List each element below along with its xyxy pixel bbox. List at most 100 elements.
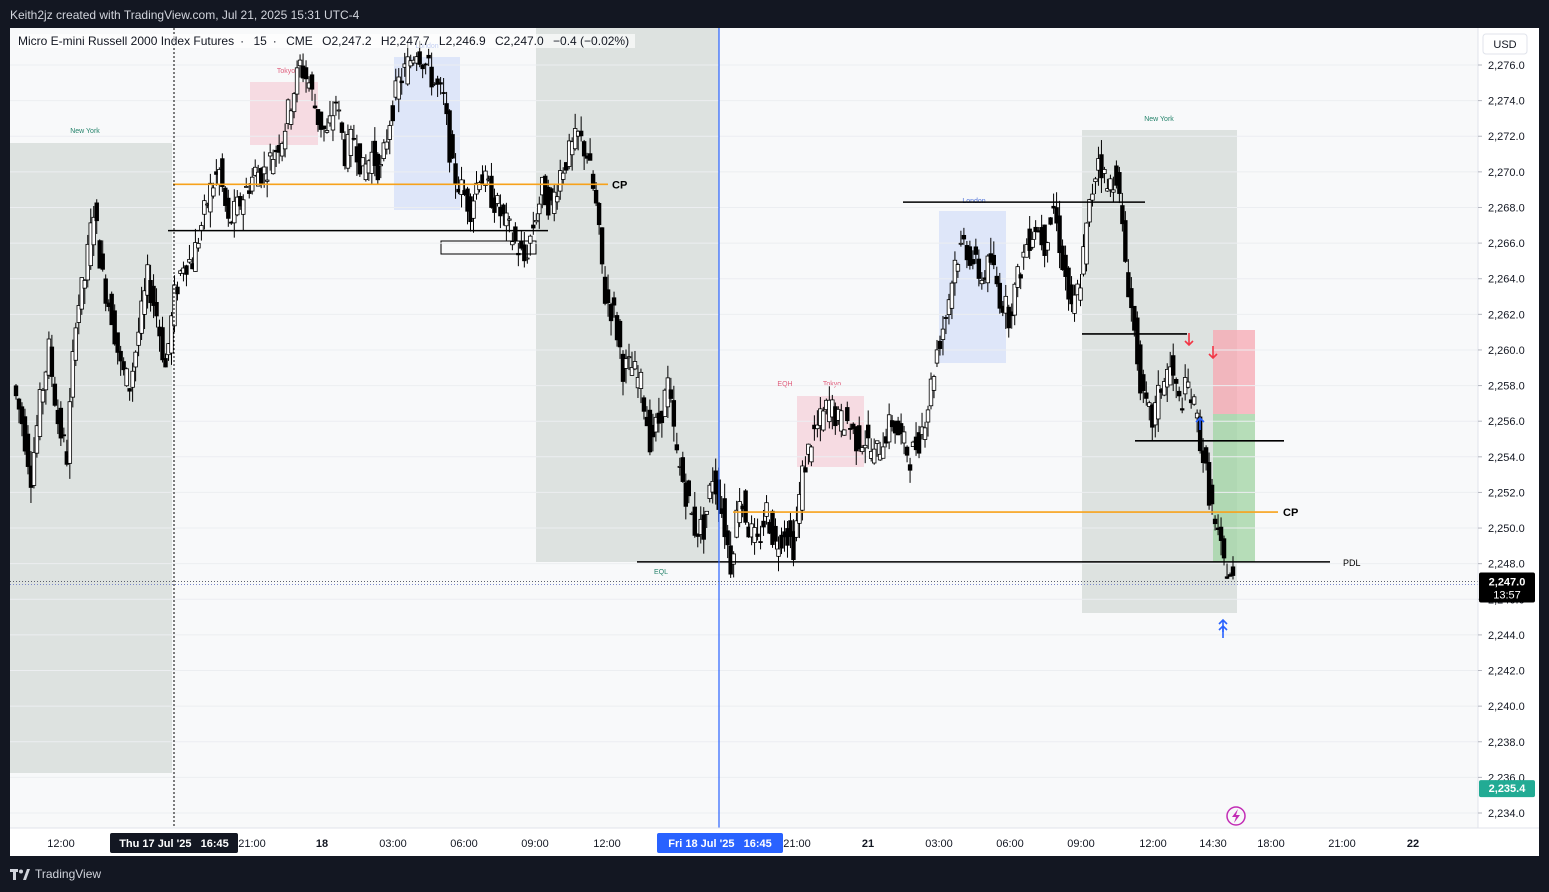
candle — [202, 200, 207, 215]
y-tick-label: 2,272.0 — [1488, 131, 1525, 143]
candle — [880, 446, 886, 459]
candle — [49, 346, 55, 377]
y-tick-label: 2,266.0 — [1488, 238, 1525, 250]
chart-frame[interactable]: New YorkTokyoLondonTokyoLondonNew YorkCP… — [10, 28, 1539, 856]
candle — [1209, 484, 1215, 505]
candle — [940, 328, 946, 340]
candle — [755, 533, 760, 537]
tradingview-logo[interactable]: TradingView — [10, 866, 101, 882]
y-tick-label: 2,244.0 — [1488, 630, 1525, 642]
x-tick-label: 06:00 — [996, 838, 1024, 850]
candle — [303, 67, 309, 80]
y-tick-label: 2,270.0 — [1488, 167, 1525, 179]
level-label: PDL — [1343, 558, 1361, 568]
candle — [1102, 169, 1107, 174]
candle — [1006, 306, 1011, 329]
candle — [1030, 239, 1035, 248]
ohlc-close: C2,247.0 — [494, 34, 544, 48]
candle — [1221, 538, 1227, 559]
candle — [617, 320, 623, 348]
candle — [115, 332, 120, 353]
y-tick-label: 2,276.0 — [1488, 60, 1525, 72]
session-label: Tokyo — [823, 381, 841, 388]
candle — [510, 241, 515, 246]
candle — [758, 541, 763, 543]
candle — [220, 158, 225, 187]
exchange: CME — [286, 34, 313, 48]
candle — [1123, 220, 1128, 262]
y-tick-label: 2,260.0 — [1488, 345, 1525, 357]
ohlc-open: O2,247.2 — [322, 34, 372, 48]
candle — [291, 93, 297, 113]
x-tick-label: 21:00 — [783, 838, 811, 850]
stop-loss-zone — [1213, 330, 1255, 414]
candle — [725, 530, 730, 546]
candle — [199, 225, 204, 231]
candle — [31, 452, 37, 486]
candle — [907, 464, 913, 471]
candle — [587, 153, 593, 161]
candle — [692, 506, 697, 536]
candle — [136, 331, 141, 346]
candle — [997, 282, 1002, 309]
candle — [417, 51, 422, 65]
price-chart[interactable]: New YorkTokyoLondonTokyoLondonNew YorkCP… — [10, 28, 1539, 856]
candle — [184, 265, 189, 275]
candle — [608, 304, 614, 322]
candle — [187, 258, 192, 263]
bottom-bar — [0, 856, 1549, 892]
x-tick-label: 21:00 — [238, 838, 266, 850]
top-bar: Keith2jz created with TradingView.com, J… — [0, 0, 1549, 28]
annotation-eqh: EQH — [777, 381, 792, 388]
candle — [961, 234, 967, 240]
candle — [348, 128, 354, 156]
candle — [638, 371, 644, 389]
tradingview-brand: TradingView — [35, 867, 102, 881]
candle — [130, 370, 135, 388]
candle — [1018, 274, 1023, 279]
candle — [1203, 447, 1209, 464]
candle — [671, 400, 677, 427]
candle — [226, 197, 231, 219]
candle — [133, 351, 138, 368]
candle — [495, 195, 500, 204]
candle — [25, 433, 31, 467]
candle — [387, 125, 392, 140]
candle — [764, 502, 769, 517]
candle — [537, 203, 542, 215]
candle — [52, 383, 58, 406]
candle — [839, 410, 844, 432]
candle — [1093, 178, 1098, 183]
candle — [626, 356, 632, 359]
candle — [641, 397, 647, 412]
candle — [1212, 518, 1218, 525]
candle — [1099, 154, 1104, 179]
candle — [333, 101, 339, 104]
price-axis[interactable] — [1478, 28, 1539, 856]
candle — [1224, 576, 1230, 579]
candle — [931, 376, 937, 391]
candle — [267, 152, 273, 157]
candle — [103, 278, 108, 304]
candle — [453, 163, 458, 185]
candle — [309, 74, 315, 90]
candle — [384, 141, 389, 150]
candle — [270, 159, 276, 175]
candle — [943, 317, 949, 319]
candle — [704, 510, 709, 515]
x-tick-label: 12:00 — [1139, 838, 1167, 850]
candle — [294, 67, 300, 95]
candle — [351, 137, 357, 140]
candle — [1108, 178, 1113, 191]
candle — [976, 258, 982, 279]
candle — [124, 368, 129, 387]
candle — [701, 514, 706, 540]
x-tick-label: 09:00 — [521, 838, 549, 850]
candle — [336, 109, 342, 112]
candle — [324, 130, 330, 133]
level-label: CP — [1283, 507, 1298, 519]
candle — [555, 196, 560, 203]
candle — [441, 92, 446, 94]
candle — [82, 279, 87, 289]
x-tick-label: 21 — [862, 838, 874, 850]
